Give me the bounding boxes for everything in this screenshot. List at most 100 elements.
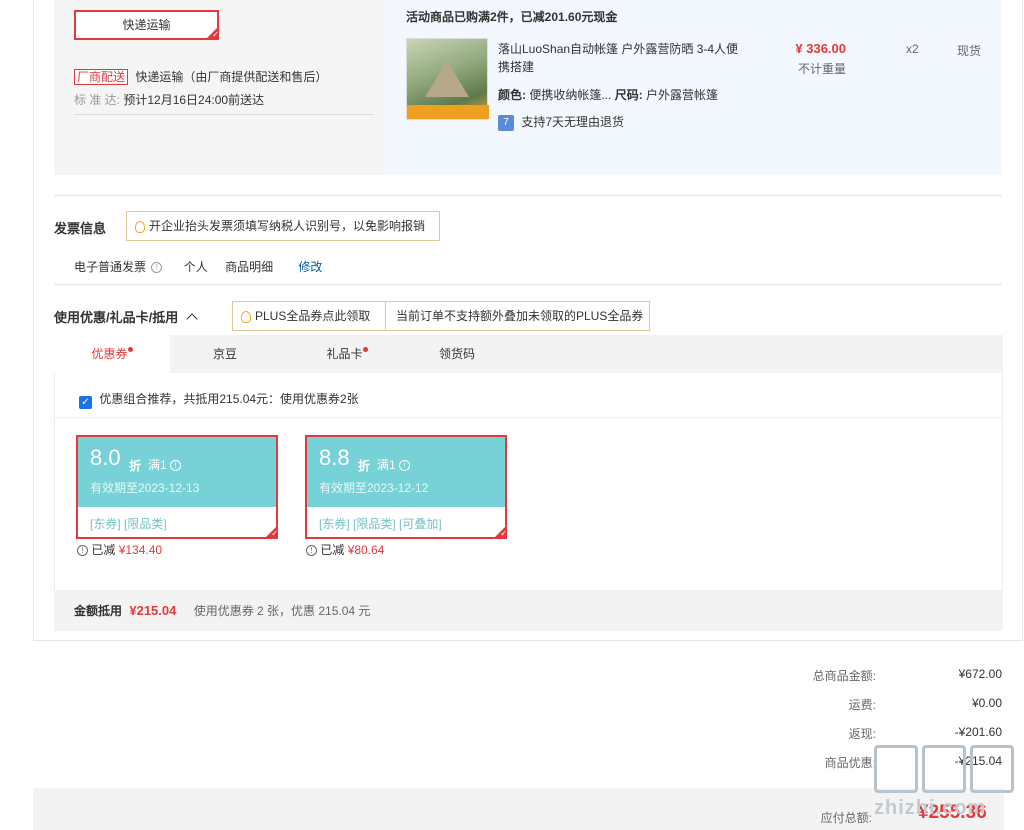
standard-text: 预计12月16日24:00前送达	[123, 93, 265, 107]
saved-amount: ¥80.64	[347, 543, 385, 557]
section-divider	[54, 284, 1002, 285]
summary-amount: ¥215.04	[129, 603, 177, 618]
red-dot-badge	[362, 347, 368, 352]
invoice-tip: 开企业抬头发票须填写纳税人识别号，以免影响报销	[126, 211, 440, 241]
bulb-icon	[135, 220, 145, 233]
product-spec: 颜色: 便携收纳帐篷... 尺码: 户外露营帐篷	[498, 86, 718, 103]
watermark-text: zhizhi.com	[874, 797, 987, 819]
coupon-face: 8.8 折 满1 ! 有效期至2023-12-12	[307, 437, 505, 507]
condition-text: 满1	[148, 458, 167, 472]
freight-value: ¥0.00	[971, 696, 1002, 710]
watermark-logo-icon	[970, 745, 1014, 793]
recommend-checkbox[interactable]: ✓	[79, 396, 92, 409]
selected-check-icon	[205, 26, 219, 40]
coupon-saved: ! 已减 ¥80.64	[306, 541, 384, 558]
coupon-card[interactable]: 8.0 折 满1 ! 有效期至2023-12-13 [东券] [限品类]	[76, 435, 278, 539]
coupon-face: 8.0 折 满1 ! 有效期至2023-12-13	[78, 437, 276, 507]
invoice-tip-text: 开企业抬头发票须填写纳税人识别号，以免影响报销	[149, 219, 426, 233]
tab-pickup-code[interactable]: 领货码	[424, 335, 490, 373]
return-policy-row: 7 支持7天无理由退货	[498, 113, 624, 131]
saved-label: 已减	[91, 543, 116, 557]
vendor-text: 快递运输（由厂商提供配送和售后）	[135, 70, 328, 84]
weight-note: 不计重量	[797, 62, 846, 76]
cashback-label: 返现:	[848, 727, 876, 741]
return-policy-text: 支持7天无理由退货	[521, 115, 625, 129]
invoice-title: 发票信息	[54, 221, 107, 236]
red-dot-badge	[127, 347, 133, 352]
color-value: 便携收纳帐篷...	[529, 88, 612, 102]
coupon-value: 8.8	[319, 445, 350, 470]
watermark-logo-icon	[874, 745, 918, 793]
size-label: 尺码:	[614, 88, 643, 102]
chevron-up-icon	[186, 313, 198, 325]
recommend-row: ✓ 优惠组合推荐，共抵用215.04元：使用优惠券2张	[79, 390, 359, 409]
product-title[interactable]: 落山LuoShan自动帐篷 户外露营防晒 3-4人便携搭建	[498, 40, 748, 76]
invoice-details: 电子普通发票 ! 个人 商品明细 修改	[74, 258, 322, 275]
freight-label: 运费:	[848, 698, 876, 712]
info-icon: !	[306, 545, 317, 557]
invoice-receiver: 个人	[183, 260, 208, 274]
discount-summary: 金额抵用 ¥215.04 使用优惠券 2 张，优惠 215.04 元	[54, 591, 1003, 631]
product-image[interactable]	[406, 38, 489, 120]
tab-label: 礼品卡	[326, 347, 363, 361]
recommend-text: 优惠组合推荐，共抵用215.04元：使用优惠券2张	[99, 392, 359, 406]
info-icon: !	[77, 545, 88, 557]
watermark-logo-icon	[922, 745, 966, 793]
plus-note: 当前订单不支持额外叠加未领取的PLUS全品券	[385, 301, 650, 331]
coupon-card[interactable]: 8.8 折 满1 ! 有效期至2023-12-12 [东券] [限品类] [可叠…	[305, 435, 507, 539]
shipping-method-button[interactable]: 快递运输	[74, 10, 219, 40]
coupon-condition: 满1 !	[148, 456, 182, 473]
coupon-discount-label: 商品优惠:	[824, 756, 876, 770]
tab-jingdou[interactable]: 京豆	[190, 335, 260, 373]
tab-gift-card[interactable]: 礼品卡	[302, 335, 392, 373]
invoice-content: 商品明细	[225, 260, 274, 274]
vendor-shipping-row: 厂商配送 快递运输（由厂商提供配送和售后）	[74, 68, 327, 85]
promo-header: 活动商品已购满2件，已减201.60元现金	[406, 10, 618, 24]
panel-divider	[55, 417, 1002, 418]
tab-label: 京豆	[212, 347, 237, 361]
product-price: ¥ 336.00	[795, 41, 846, 56]
saved-amount: ¥134.40	[118, 543, 163, 557]
saved-label: 已减	[320, 543, 345, 557]
discount-title-text: 使用优惠/礼品卡/抵用	[54, 310, 179, 325]
return-badge-icon: 7	[498, 114, 514, 131]
info-icon[interactable]: !	[170, 460, 182, 472]
tab-label: 领货码	[438, 347, 475, 361]
cashback-value: -¥201.60	[954, 725, 1002, 739]
invoice-edit-link[interactable]: 修改	[298, 260, 322, 274]
selected-check-icon	[493, 525, 507, 539]
product-quantity: x2	[906, 42, 919, 56]
info-icon[interactable]: !	[151, 262, 163, 274]
plus-coupon-tip[interactable]: PLUS全品券点此领取	[232, 301, 386, 331]
site-watermark: zhizhi.com	[870, 745, 1020, 830]
section-divider	[54, 195, 1002, 196]
coupon-saved: ! 已减 ¥134.40	[77, 541, 162, 558]
discount-tabs: 优惠券 京豆 礼品卡 领货码	[54, 335, 1003, 373]
coupon-tags: [东券] [限品类] [可叠加]	[319, 517, 442, 531]
coupon-unit: 折	[358, 459, 371, 473]
image-banner	[407, 105, 489, 119]
tent-illustration	[425, 61, 469, 97]
discount-title[interactable]: 使用优惠/礼品卡/抵用	[54, 307, 198, 326]
coupon-tags: [东券] [限品类]	[90, 517, 167, 531]
tab-coupons[interactable]: 优惠券	[54, 335, 170, 373]
bulb-icon	[241, 310, 251, 323]
selected-check-icon	[264, 525, 278, 539]
standard-delivery-row: 标 准 达: 预计12月16日24:00前送达	[74, 91, 264, 108]
summary-text: 使用优惠券 2 张，优惠 215.04 元	[193, 604, 371, 618]
standard-label: 标 准 达:	[74, 93, 121, 107]
shipping-method-label: 快递运输	[122, 18, 171, 32]
plus-tip-text: PLUS全品券点此领取	[255, 309, 371, 323]
shipping-divider	[74, 114, 374, 115]
condition-text: 满1	[377, 458, 396, 472]
coupon-expiry: 有效期至2023-12-13	[90, 481, 200, 495]
tab-label: 优惠券	[91, 347, 128, 361]
info-icon[interactable]: !	[399, 460, 411, 472]
vendor-tag: 厂商配送	[74, 69, 129, 85]
stock-status: 现货	[957, 44, 982, 58]
payable-label: 应付总额:	[820, 811, 872, 825]
size-value: 户外露营帐篷	[646, 88, 719, 102]
goods-total-value: ¥672.00	[958, 667, 1002, 681]
summary-label: 金额抵用	[74, 604, 123, 618]
coupon-panel: ✓ 优惠组合推荐，共抵用215.04元：使用优惠券2张 8.0 折 满1 ! 有…	[54, 373, 1003, 591]
